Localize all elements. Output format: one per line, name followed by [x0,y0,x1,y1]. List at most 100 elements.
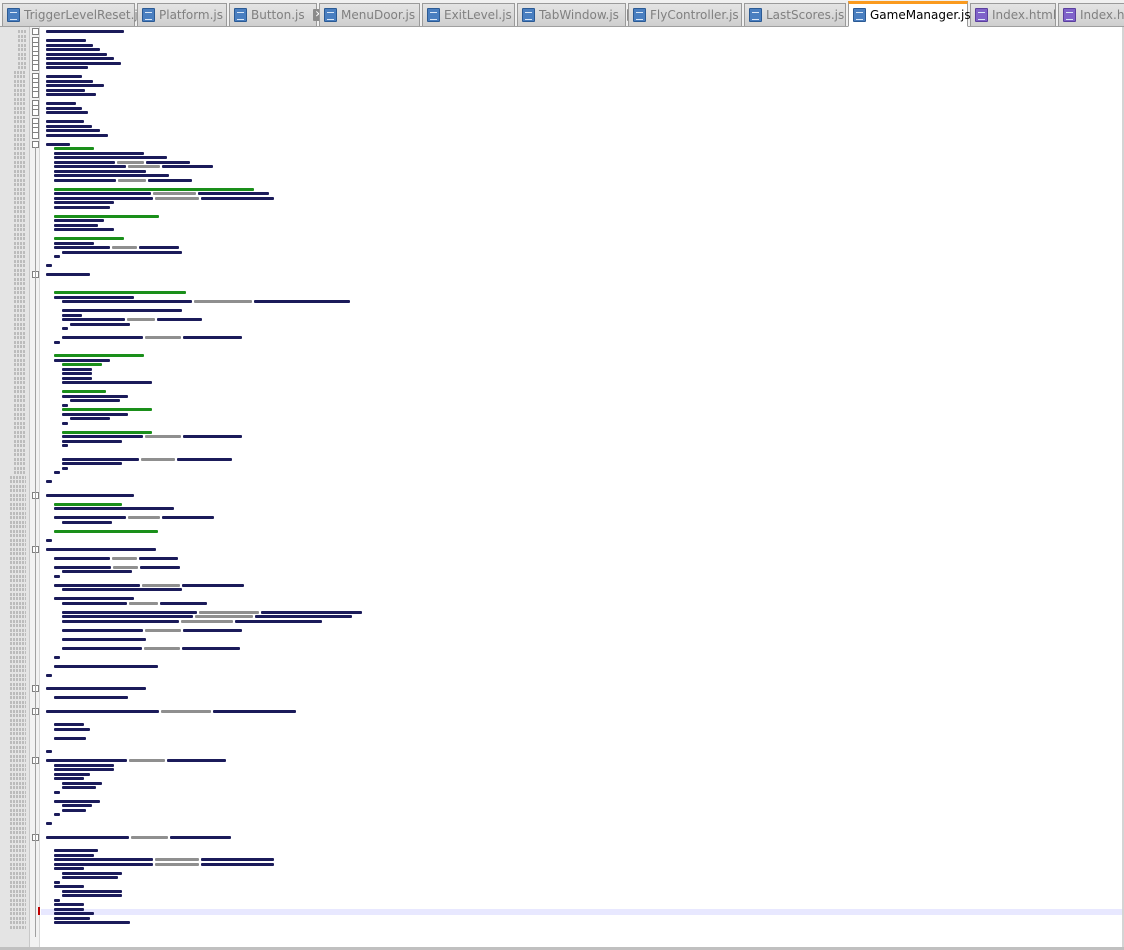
code-text-line [46,39,86,42]
line-number [10,790,26,794]
line-number [14,318,26,321]
line-number [14,97,26,101]
fold-toggle-icon[interactable] [32,109,39,116]
line-number [14,399,26,402]
code-comment-line [54,147,94,150]
line-number [10,606,26,609]
line-number [18,61,26,65]
code-text-line [161,709,211,713]
code-text-line [54,516,126,519]
code-editor[interactable] [0,27,1124,950]
line-number [14,169,26,173]
line-number [10,835,26,839]
code-text-line [54,507,174,510]
line-number [14,147,26,150]
fold-toggle-icon[interactable] [32,91,39,98]
line-number [14,79,26,83]
tab-3[interactable]: MenuDoor.js✕ [319,3,436,26]
code-text-line [62,808,86,812]
fold-toggle-icon[interactable] [32,64,39,71]
code-text-line [145,628,181,632]
line-number [10,592,26,596]
tab-label: FlyController.js [650,8,739,22]
code-text-line [54,903,84,906]
line-number [10,556,26,560]
code-text-line [112,556,137,560]
code-text-line [54,583,140,587]
tab-7[interactable]: LastScores.js✕ [744,3,865,26]
code-text-line [54,907,84,911]
tab-5[interactable]: TabWindow.js✕ [517,3,639,26]
line-number [10,543,26,546]
line-number [14,70,26,74]
code-text-line [62,520,112,524]
code-comment-line [54,354,144,357]
line-number [10,660,26,663]
line-number [10,894,26,897]
line-number [14,385,26,389]
line-number [14,241,26,245]
tab-8[interactable]: GameManager.js✕ [848,1,991,27]
tab-9[interactable]: Index.html✕ [970,3,1077,26]
tab-0[interactable]: TriggerLevelReset.js✕ [2,3,164,26]
line-number [10,570,26,573]
line-number [10,709,26,713]
line-number [14,300,26,303]
line-number [10,826,26,830]
line-number [10,475,26,479]
code-text-line [54,246,110,249]
code-text-line [142,583,180,587]
code-text-line [54,849,98,852]
code-text-line [62,462,122,465]
code-text-line [62,403,68,407]
line-number [14,205,26,209]
js-file-icon [7,8,20,22]
code-text-line [62,300,192,303]
line-number [14,223,26,227]
code-text-line [170,835,231,839]
line-number [14,345,26,348]
code-text-line [62,637,146,641]
line-number [10,642,26,645]
code-text-line [62,871,122,875]
fold-toggle-icon[interactable] [32,28,39,35]
code-text-line [254,300,350,303]
js-file-icon [522,8,535,22]
line-number [14,273,26,276]
line-number [10,669,26,672]
line-number [14,142,26,146]
code-text-line [54,255,60,258]
line-number [10,754,26,758]
code-text-line [54,885,84,888]
code-text-line [139,246,179,249]
line-number [10,633,26,636]
code-text-line [62,327,68,330]
line-number [10,741,26,744]
code-text-line [128,165,160,168]
code-text-line [62,786,96,789]
tab-10[interactable]: Index.html✕ [1058,3,1124,26]
line-number [14,156,26,159]
line-number [14,453,26,456]
fold-toggle-icon[interactable] [32,131,39,139]
line-number [10,574,26,578]
code-text-line [46,264,52,267]
tab-2[interactable]: Button.js✕ [229,3,325,26]
line-number [14,363,26,366]
code-text-line [46,79,93,83]
code-text-line [199,610,259,614]
code-text-line [155,196,199,200]
tab-6[interactable]: FlyController.js✕ [628,3,759,26]
line-number [14,93,26,96]
code-text-line [54,880,60,884]
code-text-line [54,192,151,195]
tab-1[interactable]: Platform.js✕ [137,3,244,26]
tab-4[interactable]: ExitLevel.js✕ [422,3,532,26]
line-number [10,808,26,812]
code-text-line [140,565,180,569]
code-text-line [46,835,129,839]
code-text-line [54,228,114,231]
code-text-line [141,457,175,461]
code-text-line [70,399,120,402]
code-text-line [46,84,104,87]
